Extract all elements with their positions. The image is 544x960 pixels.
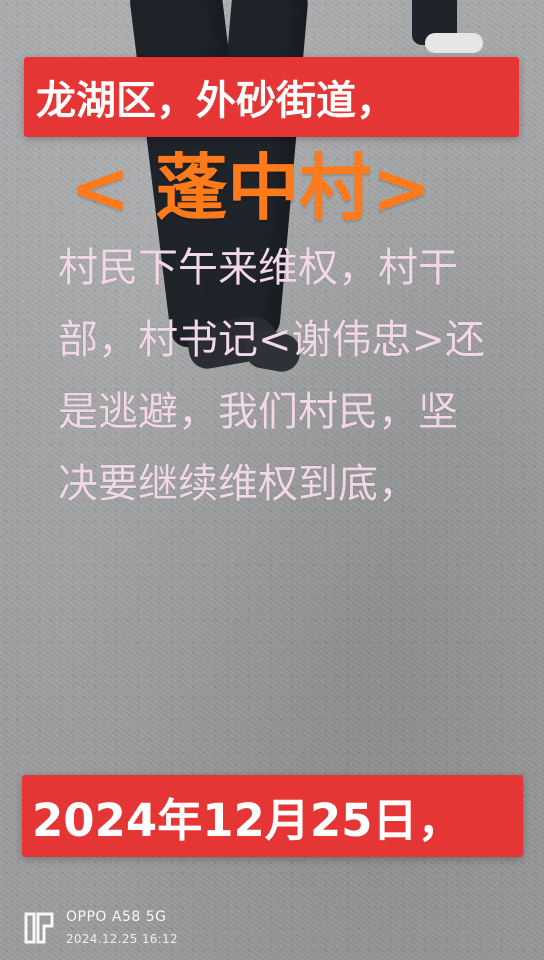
location-banner-text: 龙湖区，外砂街道， — [36, 78, 396, 124]
location-banner: 龙湖区，外砂街道， — [24, 57, 519, 137]
watermark-timestamp: 2024.12.25 16:12 — [66, 932, 178, 946]
date-banner: 2024年12月25日， — [22, 775, 523, 857]
watermark-device: OPPO A58 5G — [66, 909, 167, 925]
background-person-shoe — [425, 33, 483, 53]
statement-text: 村民下午来维权，村干部，村书记<谢伟忠>还是逃避，我们村民，坚决要继续维权到底， — [58, 245, 486, 507]
date-banner-text: 2024年12月25日， — [32, 793, 463, 847]
village-name-title: < 蓬中村> — [70, 146, 432, 230]
camera-brand-logo-icon — [24, 912, 54, 944]
camera-watermark: OPPO A58 5G 2024.12.25 16:12 — [22, 908, 282, 953]
photo-frame: 龙湖区，外砂街道， < 蓬中村> 村民下午来维权，村干部，村书记<谢伟忠>还是逃… — [0, 0, 544, 960]
